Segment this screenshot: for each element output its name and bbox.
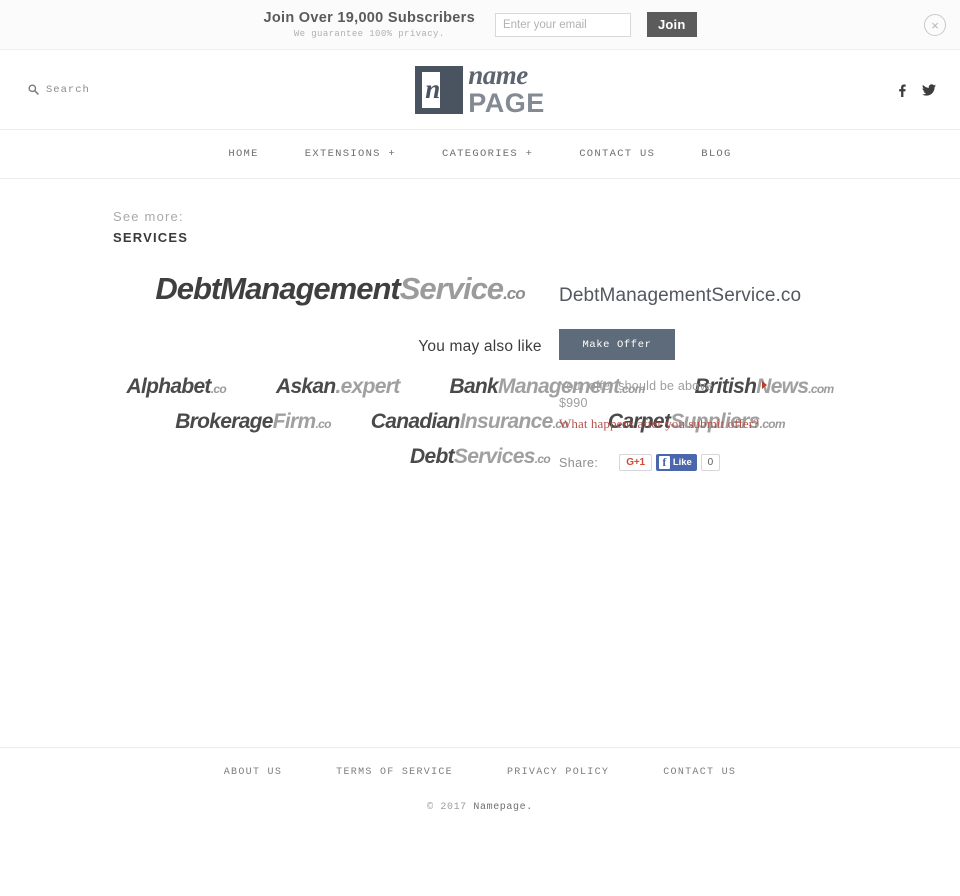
search-trigger[interactable]: Search bbox=[28, 84, 90, 96]
subscribe-bar-inner: Join Over 19,000 Subscribers We guarante… bbox=[263, 10, 697, 40]
share-buttons: G+1 f Like 0 bbox=[619, 454, 720, 471]
search-icon bbox=[28, 84, 39, 95]
domain-tld: .co bbox=[534, 452, 551, 466]
domain-tld: .co bbox=[210, 382, 227, 396]
hero-domain-part2: Service bbox=[399, 271, 504, 306]
hero-domain-tld: .co bbox=[503, 284, 526, 303]
domain-tld: .co bbox=[315, 417, 332, 431]
related-domain-canadianinsurance[interactable]: CanadianInsurance.co bbox=[370, 410, 569, 434]
facebook-icon[interactable] bbox=[895, 83, 909, 97]
domain-part2: Services bbox=[453, 445, 536, 468]
close-icon[interactable]: × bbox=[924, 14, 946, 36]
copyright: © 2017 Namepage. bbox=[0, 796, 960, 813]
see-more-category-link[interactable]: SERVICES bbox=[113, 230, 960, 245]
share-label: Share: bbox=[559, 455, 599, 470]
twitter-icon[interactable] bbox=[922, 83, 936, 97]
footer-link-terms-of-service[interactable]: TERMS OF SERVICE bbox=[309, 767, 480, 778]
copyright-name: Namepage. bbox=[473, 802, 533, 813]
subscribe-headline: Join Over 19,000 Subscribers bbox=[263, 9, 475, 26]
domain-tld: .expert bbox=[335, 375, 401, 398]
offer-minimum-price: $990 bbox=[559, 396, 588, 410]
join-button[interactable]: Join bbox=[646, 12, 697, 37]
domain-part2: Firm bbox=[272, 410, 316, 433]
domain-part1: Brokerage bbox=[175, 410, 273, 433]
nav-item-contact-us[interactable]: CONTACT US bbox=[556, 148, 678, 160]
make-offer-button[interactable]: Make Offer bbox=[559, 329, 675, 360]
related-domain-brokeragefirm[interactable]: BrokerageFirm.co bbox=[175, 410, 331, 434]
related-domain-askan[interactable]: Askan.expert bbox=[276, 375, 400, 399]
offer-note-text: Your offer should be above bbox=[559, 379, 713, 393]
nav-item-categories[interactable]: CATEGORIES + bbox=[419, 148, 556, 160]
domain-part2: Insurance bbox=[459, 410, 554, 433]
main-content: See more: SERVICES DebtManagementService… bbox=[0, 179, 960, 471]
domain-part1: Canadian bbox=[370, 410, 461, 433]
footer-link-about-us[interactable]: ABOUT US bbox=[197, 767, 309, 778]
site-header: Search n name PAGE bbox=[0, 50, 960, 129]
email-input[interactable] bbox=[494, 12, 631, 37]
site-logo[interactable]: n name PAGE bbox=[415, 62, 545, 117]
related-domain-debtservices[interactable]: DebtServices.co bbox=[410, 445, 551, 469]
search-label: Search bbox=[46, 83, 90, 96]
main-nav: HOME EXTENSIONS + CATEGORIES + CONTACT U… bbox=[0, 129, 960, 179]
domain-part1: Bank bbox=[449, 375, 499, 398]
facebook-like-count[interactable]: 0 bbox=[700, 454, 720, 471]
page-title: DebtManagementService.co bbox=[559, 285, 802, 306]
domain-part1: Askan bbox=[275, 375, 336, 398]
logo-wordmark: name PAGE bbox=[468, 62, 545, 117]
footer-nav: ABOUT US TERMS OF SERVICE PRIVACY POLICY… bbox=[0, 748, 960, 796]
what-happens-link[interactable]: What happens after you submit offer? bbox=[559, 416, 899, 432]
subscribe-bar: Join Over 19,000 Subscribers We guarante… bbox=[0, 0, 960, 50]
site-footer: ABOUT US TERMS OF SERVICE PRIVACY POLICY… bbox=[0, 747, 960, 813]
related-domain-alphabet[interactable]: Alphabet.co bbox=[126, 375, 226, 399]
see-more-block: See more: SERVICES bbox=[0, 179, 960, 245]
share-row: Share: G+1 f Like 0 bbox=[559, 454, 899, 471]
logo-page-text: PAGE bbox=[468, 88, 545, 118]
facebook-like-label: Like bbox=[672, 457, 692, 468]
facebook-like-button[interactable]: f Like bbox=[655, 454, 697, 471]
logo-mark-letter: n bbox=[425, 73, 441, 104]
social-links bbox=[895, 83, 936, 97]
hero-domain-part1: DebtManagement bbox=[155, 271, 400, 306]
footer-link-privacy-policy[interactable]: PRIVACY POLICY bbox=[480, 767, 636, 778]
see-more-label: See more: bbox=[113, 209, 184, 224]
offer-panel: DebtManagementService.co Make Offer Your… bbox=[559, 284, 899, 471]
offer-note: Your offer should be above $990 bbox=[559, 378, 899, 412]
footer-link-contact-us[interactable]: CONTACT US bbox=[636, 767, 763, 778]
domain-part1: Debt bbox=[410, 445, 455, 468]
facebook-f-icon: f bbox=[658, 456, 670, 469]
copyright-prefix: © 2017 bbox=[427, 802, 474, 813]
google-plus-one-button[interactable]: G+1 bbox=[619, 454, 652, 471]
subscribe-subline: We guarantee 100% privacy. bbox=[293, 28, 445, 39]
subscribe-text-block: Join Over 19,000 Subscribers We guarante… bbox=[263, 10, 479, 40]
logo-mark-icon: n bbox=[415, 65, 464, 114]
nav-item-extensions[interactable]: EXTENSIONS + bbox=[282, 148, 419, 160]
domain-part1: Alphabet bbox=[126, 375, 211, 398]
nav-item-blog[interactable]: BLOG bbox=[678, 148, 754, 160]
logo-name-text: name bbox=[468, 60, 528, 90]
nav-item-home[interactable]: HOME bbox=[205, 148, 281, 160]
arrow-right-icon bbox=[762, 381, 767, 389]
